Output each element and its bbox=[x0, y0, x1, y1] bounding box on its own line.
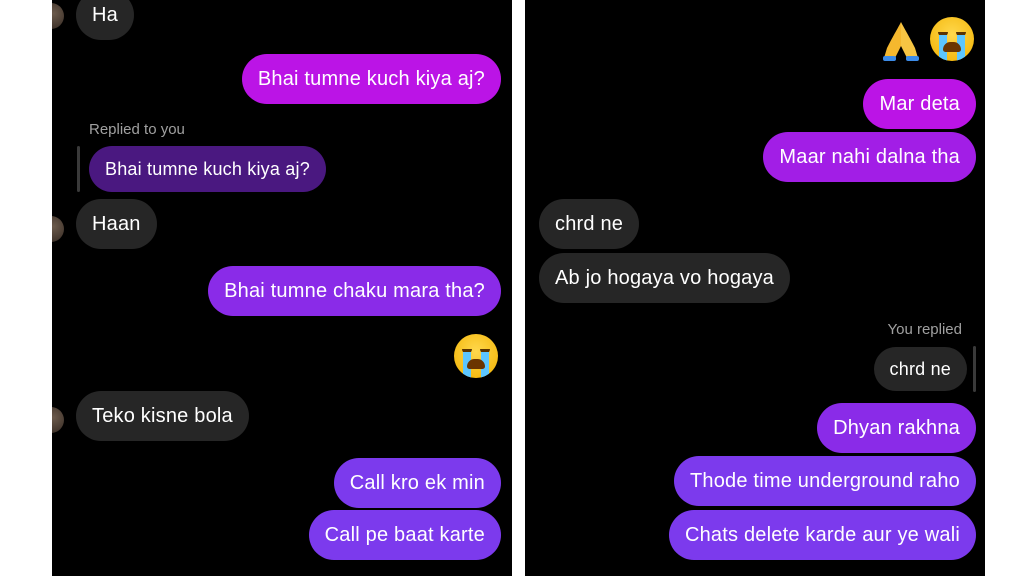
incoming-message[interactable]: Ha bbox=[76, 0, 134, 40]
quoted-reply-message[interactable]: chrd ne bbox=[873, 347, 967, 391]
reply-indicator-bar bbox=[973, 346, 976, 392]
outgoing-message[interactable]: Call kro ek min bbox=[333, 458, 501, 508]
loudly-crying-face-icon[interactable] bbox=[454, 334, 498, 378]
incoming-message[interactable]: chrd ne bbox=[539, 199, 640, 249]
loudly-crying-face-icon[interactable] bbox=[930, 17, 974, 61]
chat-panel-right: Mar deta Maar nahi dalna tha chrd ne Ab … bbox=[525, 0, 985, 576]
reply-indicator-bar bbox=[77, 146, 80, 192]
chat-panel-left: Ha Bhai tumne kuch kiya aj? Replied to y… bbox=[52, 0, 512, 576]
reply-context-label: You replied bbox=[887, 321, 962, 338]
outgoing-message[interactable]: Bhai tumne chaku mara tha? bbox=[208, 266, 501, 316]
outgoing-message[interactable]: Maar nahi dalna tha bbox=[763, 132, 976, 182]
quoted-reply-message[interactable]: Bhai tumne kuch kiya aj? bbox=[89, 146, 326, 192]
incoming-message[interactable]: Haan bbox=[76, 199, 157, 249]
outgoing-message[interactable]: Thode time underground raho bbox=[673, 456, 976, 506]
folded-hands-icon[interactable] bbox=[881, 18, 921, 62]
avatar[interactable] bbox=[52, 216, 64, 242]
outgoing-message[interactable]: Mar deta bbox=[863, 79, 976, 129]
incoming-message[interactable]: Teko kisne bola bbox=[76, 391, 249, 441]
incoming-message[interactable]: Ab jo hogaya vo hogaya bbox=[539, 253, 791, 303]
outgoing-message[interactable]: Dhyan rakhna bbox=[817, 403, 976, 453]
reply-context-label: Replied to you bbox=[89, 121, 185, 138]
avatar[interactable] bbox=[52, 407, 64, 433]
outgoing-message[interactable]: Bhai tumne kuch kiya aj? bbox=[241, 54, 501, 104]
avatar[interactable] bbox=[52, 3, 64, 29]
outgoing-message[interactable]: Chats delete karde aur ye wali bbox=[668, 510, 976, 560]
outgoing-message[interactable]: Call pe baat karte bbox=[308, 510, 501, 560]
